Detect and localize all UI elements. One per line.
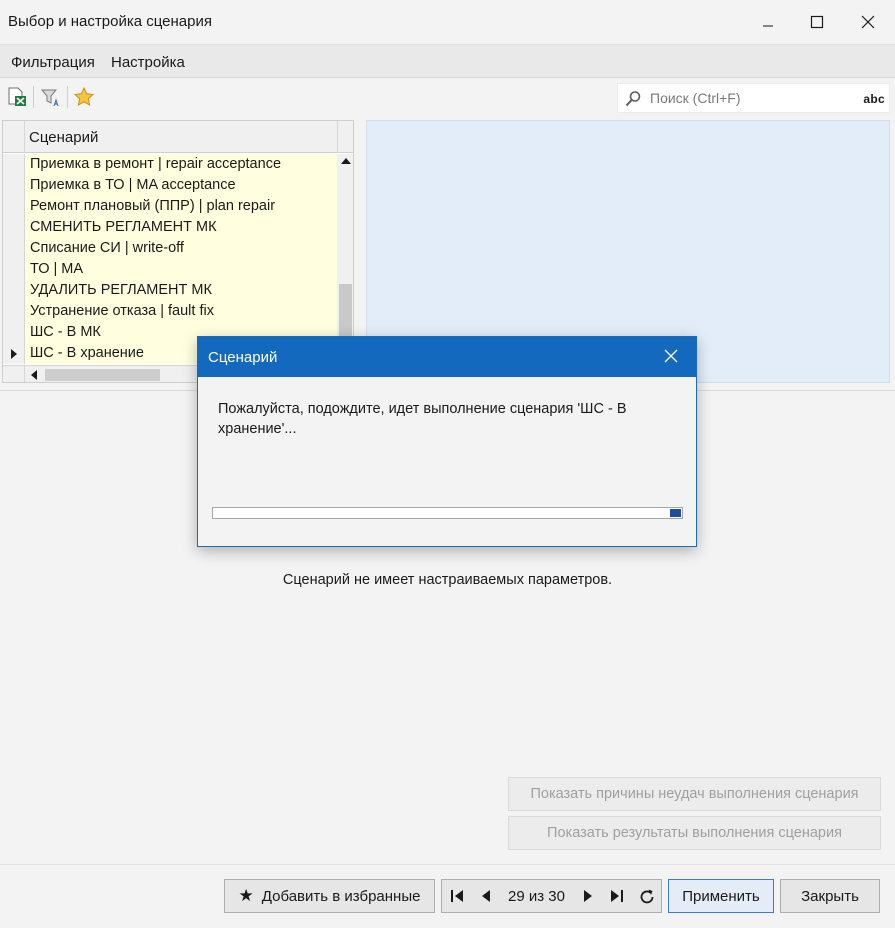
add-to-favorites-button[interactable]: ★ Добавить в избранные xyxy=(224,879,435,913)
refresh-icon xyxy=(640,889,654,904)
scroll-left-arrow-icon[interactable] xyxy=(31,370,37,380)
table-row[interactable]: УДАЛИТЬ РЕГЛАМЕНТ МК xyxy=(3,280,337,301)
dialog-message: Пожалуйста, подождите, идет выполнение с… xyxy=(218,401,627,437)
table-row[interactable]: Устранение отказа | fault fix xyxy=(3,301,337,322)
star-icon xyxy=(73,86,95,106)
refresh-button[interactable] xyxy=(638,888,656,906)
dialog-header: Сценарий xyxy=(198,337,696,377)
row-indicator xyxy=(3,259,25,280)
grid-rows: Приемка в ремонт | repair acceptance При… xyxy=(3,154,337,364)
progress-marquee xyxy=(670,509,681,517)
next-record-button[interactable] xyxy=(582,888,594,904)
table-row[interactable]: ТО | MA xyxy=(3,259,337,280)
dialog-title: Сценарий xyxy=(208,349,278,366)
row-indicator xyxy=(3,196,25,217)
search-placeholder: Поиск (Ctrl+F) xyxy=(650,90,741,106)
scenario-cell[interactable]: Приемка в ТО | MA acceptance xyxy=(25,175,337,196)
maximize-icon xyxy=(810,15,824,29)
table-row[interactable]: Приемка в ТО | MA acceptance xyxy=(3,175,337,196)
table-row[interactable]: Ремонт плановый (ППР) | plan repair xyxy=(3,196,337,217)
last-record-button[interactable] xyxy=(610,888,624,904)
close-icon xyxy=(861,15,875,29)
scenario-cell[interactable]: ТО | MA xyxy=(25,259,337,280)
first-icon xyxy=(451,890,463,902)
search-icon xyxy=(625,91,641,107)
close-window-button[interactable] xyxy=(843,0,893,44)
record-navigator: 29 из 30 xyxy=(441,879,662,913)
horizontal-scroll-thumb[interactable] xyxy=(45,369,160,381)
maximize-button[interactable] xyxy=(792,0,842,44)
title-bar: Выбор и настройка сценария xyxy=(0,0,895,44)
row-indicator xyxy=(3,343,25,364)
record-position: 29 из 30 xyxy=(508,888,565,905)
header-separator xyxy=(337,121,338,153)
grid-header: Сценарий xyxy=(3,121,353,153)
menu-item-filter[interactable]: Фильтрация xyxy=(11,54,95,71)
progress-dialog: Сценарий Пожалуйста, подождите, идет вып… xyxy=(197,336,697,547)
filter-button[interactable] xyxy=(36,84,64,110)
row-indicator xyxy=(3,238,25,259)
add-to-favorites-label: Добавить в избранные xyxy=(261,887,421,905)
minimize-icon xyxy=(763,25,773,27)
row-indicator xyxy=(3,322,25,343)
table-row[interactable]: СМЕНИТЬ РЕГЛАМЕНТ МК xyxy=(3,217,337,238)
table-row[interactable]: Списание СИ | write-off xyxy=(3,238,337,259)
current-row-arrow-icon xyxy=(11,349,17,359)
scenario-cell[interactable]: СМЕНИТЬ РЕГЛАМЕНТ МК xyxy=(25,217,337,238)
scenario-cell[interactable]: Устранение отказа | fault fix xyxy=(25,301,337,322)
row-indicator-header xyxy=(3,121,25,153)
next-icon xyxy=(584,890,592,902)
row-indicator xyxy=(3,280,25,301)
spellcheck-label: abc xyxy=(863,92,885,106)
scroll-up-arrow-icon[interactable] xyxy=(341,158,351,164)
table-row[interactable]: Приемка в ремонт | repair acceptance xyxy=(3,154,337,175)
row-indicator xyxy=(3,175,25,196)
row-indicator xyxy=(3,154,25,175)
scenario-cell[interactable]: Ремонт плановый (ППР) | plan repair xyxy=(25,196,337,217)
filter-icon xyxy=(40,89,59,107)
progress-bar xyxy=(212,507,683,519)
menu-bar: Фильтрация Настройка xyxy=(0,44,895,78)
excel-export-icon xyxy=(8,87,26,106)
show-failures-button[interactable]: Показать причины неудач выполнения сцена… xyxy=(508,777,881,811)
scenario-cell[interactable]: Приемка в ремонт | repair acceptance xyxy=(25,154,337,175)
window-title: Выбор и настройка сценария xyxy=(8,13,212,30)
export-button[interactable] xyxy=(3,84,31,110)
close-button[interactable]: Закрыть xyxy=(780,879,880,913)
scenario-cell[interactable]: Списание СИ | write-off xyxy=(25,238,337,259)
scenario-cell[interactable]: УДАЛИТЬ РЕГЛАМЕНТ МК xyxy=(25,280,337,301)
last-icon xyxy=(611,890,623,902)
show-results-button[interactable]: Показать результаты выполнения сценария xyxy=(508,816,881,850)
previous-icon xyxy=(482,890,490,902)
search-input[interactable]: Поиск (Ctrl+F) abc xyxy=(617,83,890,113)
spellcheck-icon[interactable]: abc xyxy=(863,92,885,106)
toolbar-separator xyxy=(33,86,34,108)
menu-item-settings[interactable]: Настройка xyxy=(111,54,185,71)
row-indicator-footer xyxy=(3,366,25,382)
no-params-message: Сценарий не имеет настраиваемых параметр… xyxy=(282,572,613,588)
previous-record-button[interactable] xyxy=(480,888,492,904)
first-record-button[interactable] xyxy=(450,888,464,904)
close-icon xyxy=(664,349,678,363)
apply-button[interactable]: Применить xyxy=(668,879,774,913)
toolbar: Поиск (Ctrl+F) abc xyxy=(0,79,895,117)
column-header-scenario[interactable]: Сценарий xyxy=(29,129,98,146)
row-indicator xyxy=(3,217,25,238)
row-indicator xyxy=(3,301,25,322)
dialog-close-button[interactable] xyxy=(664,349,678,366)
minimize-button[interactable] xyxy=(743,0,793,44)
toolbar-separator xyxy=(67,86,68,108)
star-icon: ★ xyxy=(238,886,254,905)
favorites-button[interactable] xyxy=(70,84,98,110)
